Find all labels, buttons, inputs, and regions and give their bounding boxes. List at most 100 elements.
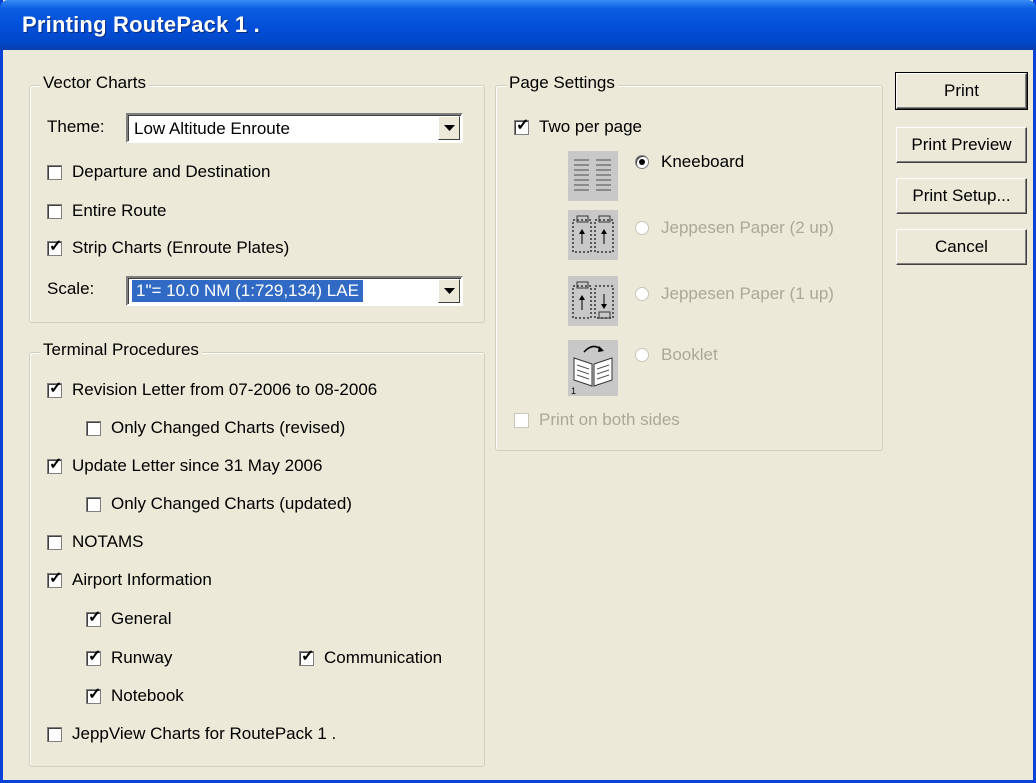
- checkmark-icon: ✓: [301, 647, 315, 665]
- jeppesen-1up-label: Jeppesen Paper (1 up): [661, 284, 834, 303]
- update-letter-checkbox[interactable]: ✓ Update Letter since 31 May 2006: [47, 456, 322, 476]
- revision-letter-checkbox[interactable]: ✓ Revision Letter from 07-2006 to 08-200…: [47, 380, 377, 400]
- only-changed-revised-checkbox[interactable]: Only Changed Charts (revised): [86, 418, 345, 438]
- checkbox-box: ✓: [86, 686, 101, 704]
- checkmark-icon: ✓: [88, 647, 102, 665]
- booklet-layout-icon: 1: [568, 340, 618, 396]
- theme-label: Theme:: [47, 117, 105, 136]
- vector-charts-legend: Vector Charts: [40, 73, 149, 93]
- jeppesen-2up-label: Jeppesen Paper (2 up): [661, 218, 834, 237]
- strip-charts-label: Strip Charts (Enroute Plates): [72, 238, 290, 257]
- airport-information-label: Airport Information: [72, 570, 212, 589]
- jeppview-charts-checkbox[interactable]: JeppView Charts for RoutePack 1 .: [47, 724, 336, 744]
- svg-text:1: 1: [571, 386, 576, 396]
- open-book-icon: 1: [571, 345, 613, 396]
- jeppesen-2up-radio[interactable]: Jeppesen Paper (2 up): [635, 218, 834, 238]
- notams-checkbox[interactable]: NOTAMS: [47, 532, 143, 552]
- only-changed-updated-checkbox[interactable]: Only Changed Charts (updated): [86, 494, 352, 514]
- only-changed-revised-label: Only Changed Charts (revised): [111, 418, 346, 437]
- two-page-up-down-arrows-icon: [572, 281, 614, 319]
- checkbox-box: [86, 496, 101, 512]
- update-letter-label: Update Letter since 31 May 2006: [72, 456, 323, 475]
- two-per-page-checkbox[interactable]: ✓ Two per page: [514, 117, 642, 137]
- checkbox-box: ✓: [299, 648, 314, 666]
- jeppesen-1up-layout-icon: [568, 276, 618, 326]
- notebook-checkbox[interactable]: ✓ Notebook: [86, 686, 184, 706]
- print-button[interactable]: Print: [895, 72, 1028, 110]
- checkbox-box: [47, 203, 62, 219]
- print-dialog: Printing RoutePack 1 . Vector Charts The…: [0, 0, 1036, 783]
- checkbox-box: [47, 164, 62, 180]
- general-checkbox[interactable]: ✓ General: [86, 609, 171, 629]
- print-both-sides-checkbox[interactable]: Print on both sides: [514, 410, 680, 430]
- two-column-text-icon: [574, 159, 611, 191]
- theme-dropdown-button[interactable]: [438, 116, 460, 140]
- booklet-label: Booklet: [661, 345, 718, 364]
- radio-circle: [635, 155, 649, 169]
- jeppesen-1up-radio[interactable]: Jeppesen Paper (1 up): [635, 284, 834, 304]
- checkmark-icon: ✓: [49, 379, 63, 397]
- checkbox-box: [86, 420, 101, 436]
- jeppview-charts-label: JeppView Charts for RoutePack 1 .: [72, 724, 337, 743]
- page-settings-group: Page Settings: [495, 73, 883, 451]
- checkbox-box: ✓: [86, 609, 101, 627]
- checkbox-box: ✓: [47, 570, 62, 588]
- print-both-sides-label: Print on both sides: [539, 410, 680, 429]
- only-changed-updated-label: Only Changed Charts (updated): [111, 494, 352, 513]
- two-per-page-label: Two per page: [539, 117, 643, 136]
- checkbox-box: [47, 726, 62, 742]
- checkbox-box: [47, 534, 62, 550]
- theme-select[interactable]: Low Altitude Enroute: [126, 113, 463, 143]
- scale-label: Scale:: [47, 279, 95, 298]
- window-title: Printing RoutePack 1 .: [22, 12, 260, 37]
- checkbox-box: ✓: [47, 238, 62, 256]
- terminal-procedures-legend: Terminal Procedures: [40, 340, 202, 360]
- checkmark-icon: ✓: [49, 569, 63, 587]
- kneeboard-label: Kneeboard: [661, 152, 745, 171]
- runway-checkbox[interactable]: ✓ Runway: [86, 648, 172, 668]
- entire-route-label: Entire Route: [72, 201, 167, 220]
- communication-checkbox[interactable]: ✓ Communication: [299, 648, 442, 668]
- checkbox-box: ✓: [514, 117, 529, 135]
- page-settings-legend: Page Settings: [506, 73, 618, 93]
- scale-value: 1"= 10.0 NM (1:729,134) LAE: [132, 280, 363, 302]
- checkmark-icon: ✓: [49, 455, 63, 473]
- runway-label: Runway: [111, 648, 173, 667]
- radio-circle: [635, 348, 649, 362]
- strip-charts-checkbox[interactable]: ✓ Strip Charts (Enroute Plates): [47, 238, 289, 258]
- departure-destination-label: Departure and Destination: [72, 162, 271, 181]
- revision-letter-label: Revision Letter from 07-2006 to 08-2006: [72, 380, 378, 399]
- booklet-radio[interactable]: Booklet: [635, 345, 718, 365]
- entire-route-checkbox[interactable]: Entire Route: [47, 201, 167, 221]
- radio-circle: [635, 221, 649, 235]
- two-page-up-arrows-icon: [572, 215, 614, 253]
- jeppesen-2up-layout-icon: [568, 210, 618, 260]
- general-label: General: [111, 609, 172, 628]
- kneeboard-layout-icon: [568, 151, 618, 201]
- chevron-down-icon: [444, 288, 455, 294]
- scale-dropdown-button[interactable]: [438, 279, 460, 303]
- print-preview-button[interactable]: Print Preview: [896, 127, 1027, 163]
- radio-circle: [635, 287, 649, 301]
- chevron-down-icon: [444, 125, 455, 131]
- checkmark-icon: ✓: [88, 685, 102, 703]
- communication-label: Communication: [324, 648, 443, 667]
- checkbox-box: ✓: [47, 380, 62, 398]
- checkmark-icon: ✓: [516, 116, 530, 134]
- notams-label: NOTAMS: [72, 532, 144, 551]
- checkmark-icon: ✓: [88, 608, 102, 626]
- checkbox-box: ✓: [86, 648, 101, 666]
- print-setup-button[interactable]: Print Setup...: [896, 178, 1027, 214]
- cancel-button[interactable]: Cancel: [896, 229, 1027, 265]
- checkbox-box: ✓: [47, 456, 62, 474]
- kneeboard-radio[interactable]: Kneeboard: [635, 152, 744, 172]
- radio-selected-dot: [639, 159, 645, 165]
- departure-destination-checkbox[interactable]: Departure and Destination: [47, 162, 270, 182]
- title-bar[interactable]: Printing RoutePack 1 .: [0, 0, 1036, 50]
- airport-information-checkbox[interactable]: ✓ Airport Information: [47, 570, 212, 590]
- checkbox-box: [514, 412, 529, 428]
- checkmark-icon: ✓: [49, 237, 63, 255]
- notebook-label: Notebook: [111, 686, 184, 705]
- scale-select[interactable]: 1"= 10.0 NM (1:729,134) LAE: [126, 276, 463, 306]
- theme-value: Low Altitude Enroute: [134, 119, 290, 138]
